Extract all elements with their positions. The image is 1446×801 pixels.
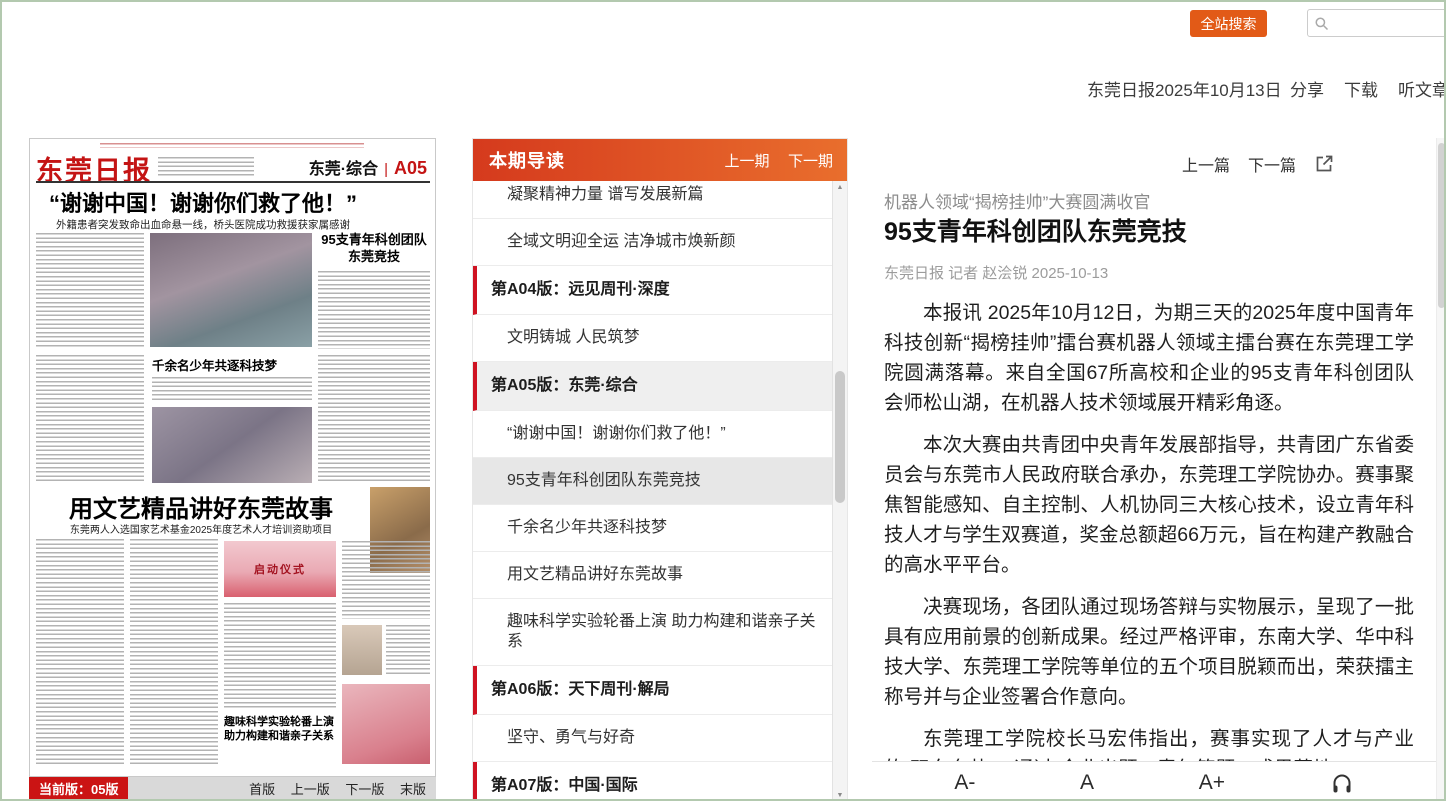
paper-section-label: 东莞·综合	[309, 155, 378, 179]
next-page-link[interactable]: 下一版	[345, 782, 384, 797]
toc-header: 本期导读 上一期 下一期	[473, 139, 847, 181]
paper-text-columns-sim	[36, 355, 144, 483]
toc-scrollbar-thumb[interactable]	[835, 371, 845, 503]
toc-item-article[interactable]: 全域文明迎全运 洁净城市焕新颜	[473, 219, 832, 266]
paper-text-columns-sim	[318, 355, 430, 483]
next-issue-link[interactable]: 下一期	[788, 153, 833, 170]
edition-divider: |	[384, 161, 388, 178]
toc-title: 本期导读	[489, 147, 565, 173]
paper-subhead-main: 外籍患者突发致命出血命悬一线，桥头医院成功救援获家属感谢	[38, 217, 368, 232]
paper-headline-main: “谢谢中国！谢谢你们救了他！”	[38, 186, 368, 218]
paper-photo-portrait	[342, 625, 382, 675]
toc-item-article[interactable]: 坚守、勇气与好奇	[473, 715, 832, 762]
first-page-link[interactable]: 首版	[249, 782, 275, 797]
paper-subhead-second: 东莞两人入选国家艺术基金2025年度艺术人才培训资助项目	[38, 521, 364, 536]
paper-text-columns-sim	[130, 539, 218, 765]
download-link[interactable]: 下载	[1344, 76, 1378, 101]
article-toolbar: A- A A+	[872, 761, 1436, 801]
paper-text-columns-sim	[36, 539, 124, 765]
font-increase-button[interactable]: A+	[1199, 771, 1225, 795]
paper-pager: 当前版：05版 首版 上一版 下一版 末版	[29, 777, 436, 801]
paper-pager-links: 首版 上一版 下一版 末版	[128, 777, 436, 801]
masthead-rule	[36, 181, 430, 183]
paper-headline-second: 用文艺精品讲好东莞故事	[38, 489, 364, 524]
headphones-icon[interactable]	[1330, 771, 1354, 795]
toc-item-article[interactable]: 千余名少年共逐科技梦	[473, 505, 832, 552]
article-scrollbar-thumb[interactable]	[1438, 143, 1445, 308]
article-paragraph: 东莞理工学院校长马宏伟指出，赛事实现了人才与产业的“双向奔赴”，通过“企业出题、…	[884, 724, 1414, 761]
toc-item-article[interactable]: 用文艺精品讲好东莞故事	[473, 552, 832, 599]
article-body: 本报讯 2025年10月12日，为期三天的2025年度中国青年科技创新“揭榜挂帅…	[884, 298, 1414, 761]
paper-text-columns-sim	[224, 603, 336, 709]
epaper-reader-page: 全站搜索 东莞日报2025年10月13日 分享 下载 听文章 东莞日报 东莞·综…	[0, 0, 1446, 801]
font-reset-button[interactable]: A	[1080, 771, 1094, 795]
scroll-up-icon[interactable]: ▲	[833, 184, 847, 191]
toc-list: 凝聚精神力量 谱写发展新篇 全域文明迎全运 洁净城市焕新颜 第A04版：远见周刊…	[473, 181, 832, 801]
paper-dateline-sim	[100, 143, 364, 148]
article-panel: 上一篇 下一篇 机器人领域“揭榜挂帅”大赛圆满收官 95支青年科创团队东莞竞技 …	[872, 138, 1446, 801]
paper-text-columns-sim	[318, 271, 430, 349]
prev-article-link[interactable]: 上一篇	[1182, 152, 1230, 176]
paper-text-columns-sim	[386, 625, 430, 675]
scroll-down-icon[interactable]: ▼	[833, 792, 847, 799]
share-link[interactable]: 分享	[1290, 76, 1324, 101]
paper-headline-bottom: 趣味科学实验轮番上演 助力构建和谐亲子关系	[224, 715, 342, 767]
toc-item-article-selected[interactable]: 95支青年科创团队东莞竞技	[473, 458, 832, 505]
paper-photo-launch-ceremony: 启动仪式	[224, 541, 336, 597]
newspaper-page-thumbnail[interactable]: 东莞日报 东莞·综合 | A05 “谢谢中国！谢谢你们救了他！” 外籍患者突发致…	[29, 138, 436, 777]
paper-headline-mid: 千余名少年共逐科技梦	[152, 355, 312, 374]
next-article-link[interactable]: 下一篇	[1248, 152, 1296, 176]
paper-edition-header: 东莞·综合 | A05	[309, 155, 427, 179]
toc-panel: 本期导读 上一期 下一期 凝聚精神力量 谱写发展新篇 全域文明迎全运 洁净城市焕…	[472, 138, 848, 801]
toc-item-article[interactable]: 凝聚精神力量 谱写发展新篇	[473, 181, 832, 219]
search-icon	[1314, 16, 1329, 31]
toc-item-section[interactable]: 第A07版：中国·国际	[473, 762, 832, 801]
paper-headline-right: 95支青年科创团队东莞竞技	[318, 231, 430, 265]
article-byline: 东莞日报 记者 赵浍锐 2025-10-13	[884, 262, 1108, 283]
issue-date-label: 东莞日报2025年10月13日	[1087, 76, 1282, 101]
current-page-label: 当前版：05版	[29, 777, 128, 801]
listen-article-link[interactable]: 听文章	[1398, 76, 1446, 101]
article-scrollbar[interactable]	[1436, 138, 1446, 801]
article-title: 95支青年科创团队东莞竞技	[884, 212, 1187, 248]
last-page-link[interactable]: 末版	[400, 782, 426, 797]
article-nav: 上一篇 下一篇	[1182, 152, 1334, 176]
paper-text-columns-sim	[152, 377, 312, 401]
paper-page-number: A05	[394, 158, 427, 179]
paper-text-columns-sim	[36, 233, 144, 349]
article-kicker: 机器人领域“揭榜挂帅”大赛圆满收官	[884, 188, 1150, 213]
toc-scrollbar[interactable]: ▲ ▼	[832, 181, 847, 801]
paper-photo-ward	[152, 407, 312, 483]
paper-masthead-info-sim	[158, 157, 254, 177]
site-search-input[interactable]	[1334, 16, 1445, 31]
toc-item-section[interactable]: 第A06版：天下周刊·解局	[473, 666, 832, 715]
site-search-button[interactable]: 全站搜索	[1190, 10, 1267, 37]
issue-nav: 上一期 下一期	[711, 150, 833, 171]
paper-photo-banner-group	[150, 233, 312, 347]
external-link-icon[interactable]	[1314, 154, 1334, 174]
newspaper-preview-panel: 东莞日报 东莞·综合 | A05 “谢谢中国！谢谢你们救了他！” 外籍患者突发致…	[29, 138, 436, 801]
prev-issue-link[interactable]: 上一期	[725, 153, 770, 170]
toc-item-article[interactable]: 文明铸城 人民筑梦	[473, 315, 832, 362]
article-paragraph: 决赛现场，各团队通过现场答辩与实物展示，呈现了一批具有应用前景的创新成果。经过严…	[884, 592, 1414, 712]
toc-item-article[interactable]: 趣味科学实验轮番上演 助力构建和谐亲子关系	[473, 599, 832, 666]
prev-page-link[interactable]: 上一版	[291, 782, 330, 797]
font-decrease-button[interactable]: A-	[954, 771, 975, 795]
paper-photo-event	[342, 684, 430, 764]
site-search-box[interactable]	[1307, 9, 1446, 37]
toc-item-section-current[interactable]: 第A05版：东莞·综合	[473, 362, 832, 411]
toc-item-section[interactable]: 第A04版：远见周刊·深度	[473, 266, 832, 315]
paper-photo-caption: 启动仪式	[254, 561, 306, 577]
article-paragraph: 本报讯 2025年10月12日，为期三天的2025年度中国青年科技创新“揭榜挂帅…	[884, 298, 1414, 418]
toc-item-article[interactable]: “谢谢中国！谢谢你们救了他！”	[473, 411, 832, 458]
article-paragraph: 本次大赛由共青团中央青年发展部指导，共青团广东省委员会与东莞市人民政府联合承办，…	[884, 430, 1414, 580]
paper-text-columns-sim	[342, 541, 430, 619]
